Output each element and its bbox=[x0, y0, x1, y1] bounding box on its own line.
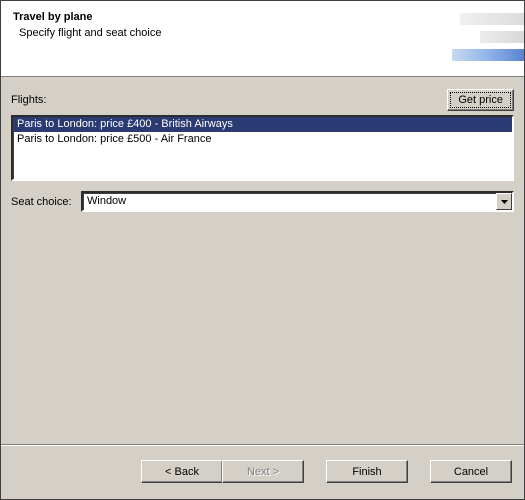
wizard-footer: < Back Next > Finish Cancel bbox=[1, 444, 524, 498]
get-price-button[interactable]: Get price bbox=[447, 89, 514, 111]
list-item[interactable]: Paris to London: price £500 - Air France bbox=[13, 132, 512, 147]
header-decoration bbox=[452, 1, 524, 77]
back-button[interactable]: < Back bbox=[141, 460, 223, 483]
page-subtitle: Specify flight and seat choice bbox=[19, 27, 512, 39]
page-title: Travel by plane bbox=[13, 11, 512, 23]
flights-label: Flights: bbox=[11, 94, 46, 106]
flights-listbox[interactable]: Paris to London: price £400 - British Ai… bbox=[11, 115, 514, 181]
seat-choice-label: Seat choice: bbox=[11, 196, 81, 208]
content-area: Flights: Get price Paris to London: pric… bbox=[1, 77, 524, 444]
seat-choice-value: Window bbox=[83, 193, 496, 210]
chevron-down-icon[interactable] bbox=[496, 193, 512, 210]
wizard-header: Travel by plane Specify flight and seat … bbox=[1, 1, 524, 77]
list-item[interactable]: Paris to London: price £400 - British Ai… bbox=[13, 117, 512, 132]
cancel-button[interactable]: Cancel bbox=[430, 460, 512, 483]
next-button: Next > bbox=[222, 460, 304, 483]
seat-choice-combobox[interactable]: Window bbox=[81, 191, 514, 212]
finish-button[interactable]: Finish bbox=[326, 460, 408, 483]
